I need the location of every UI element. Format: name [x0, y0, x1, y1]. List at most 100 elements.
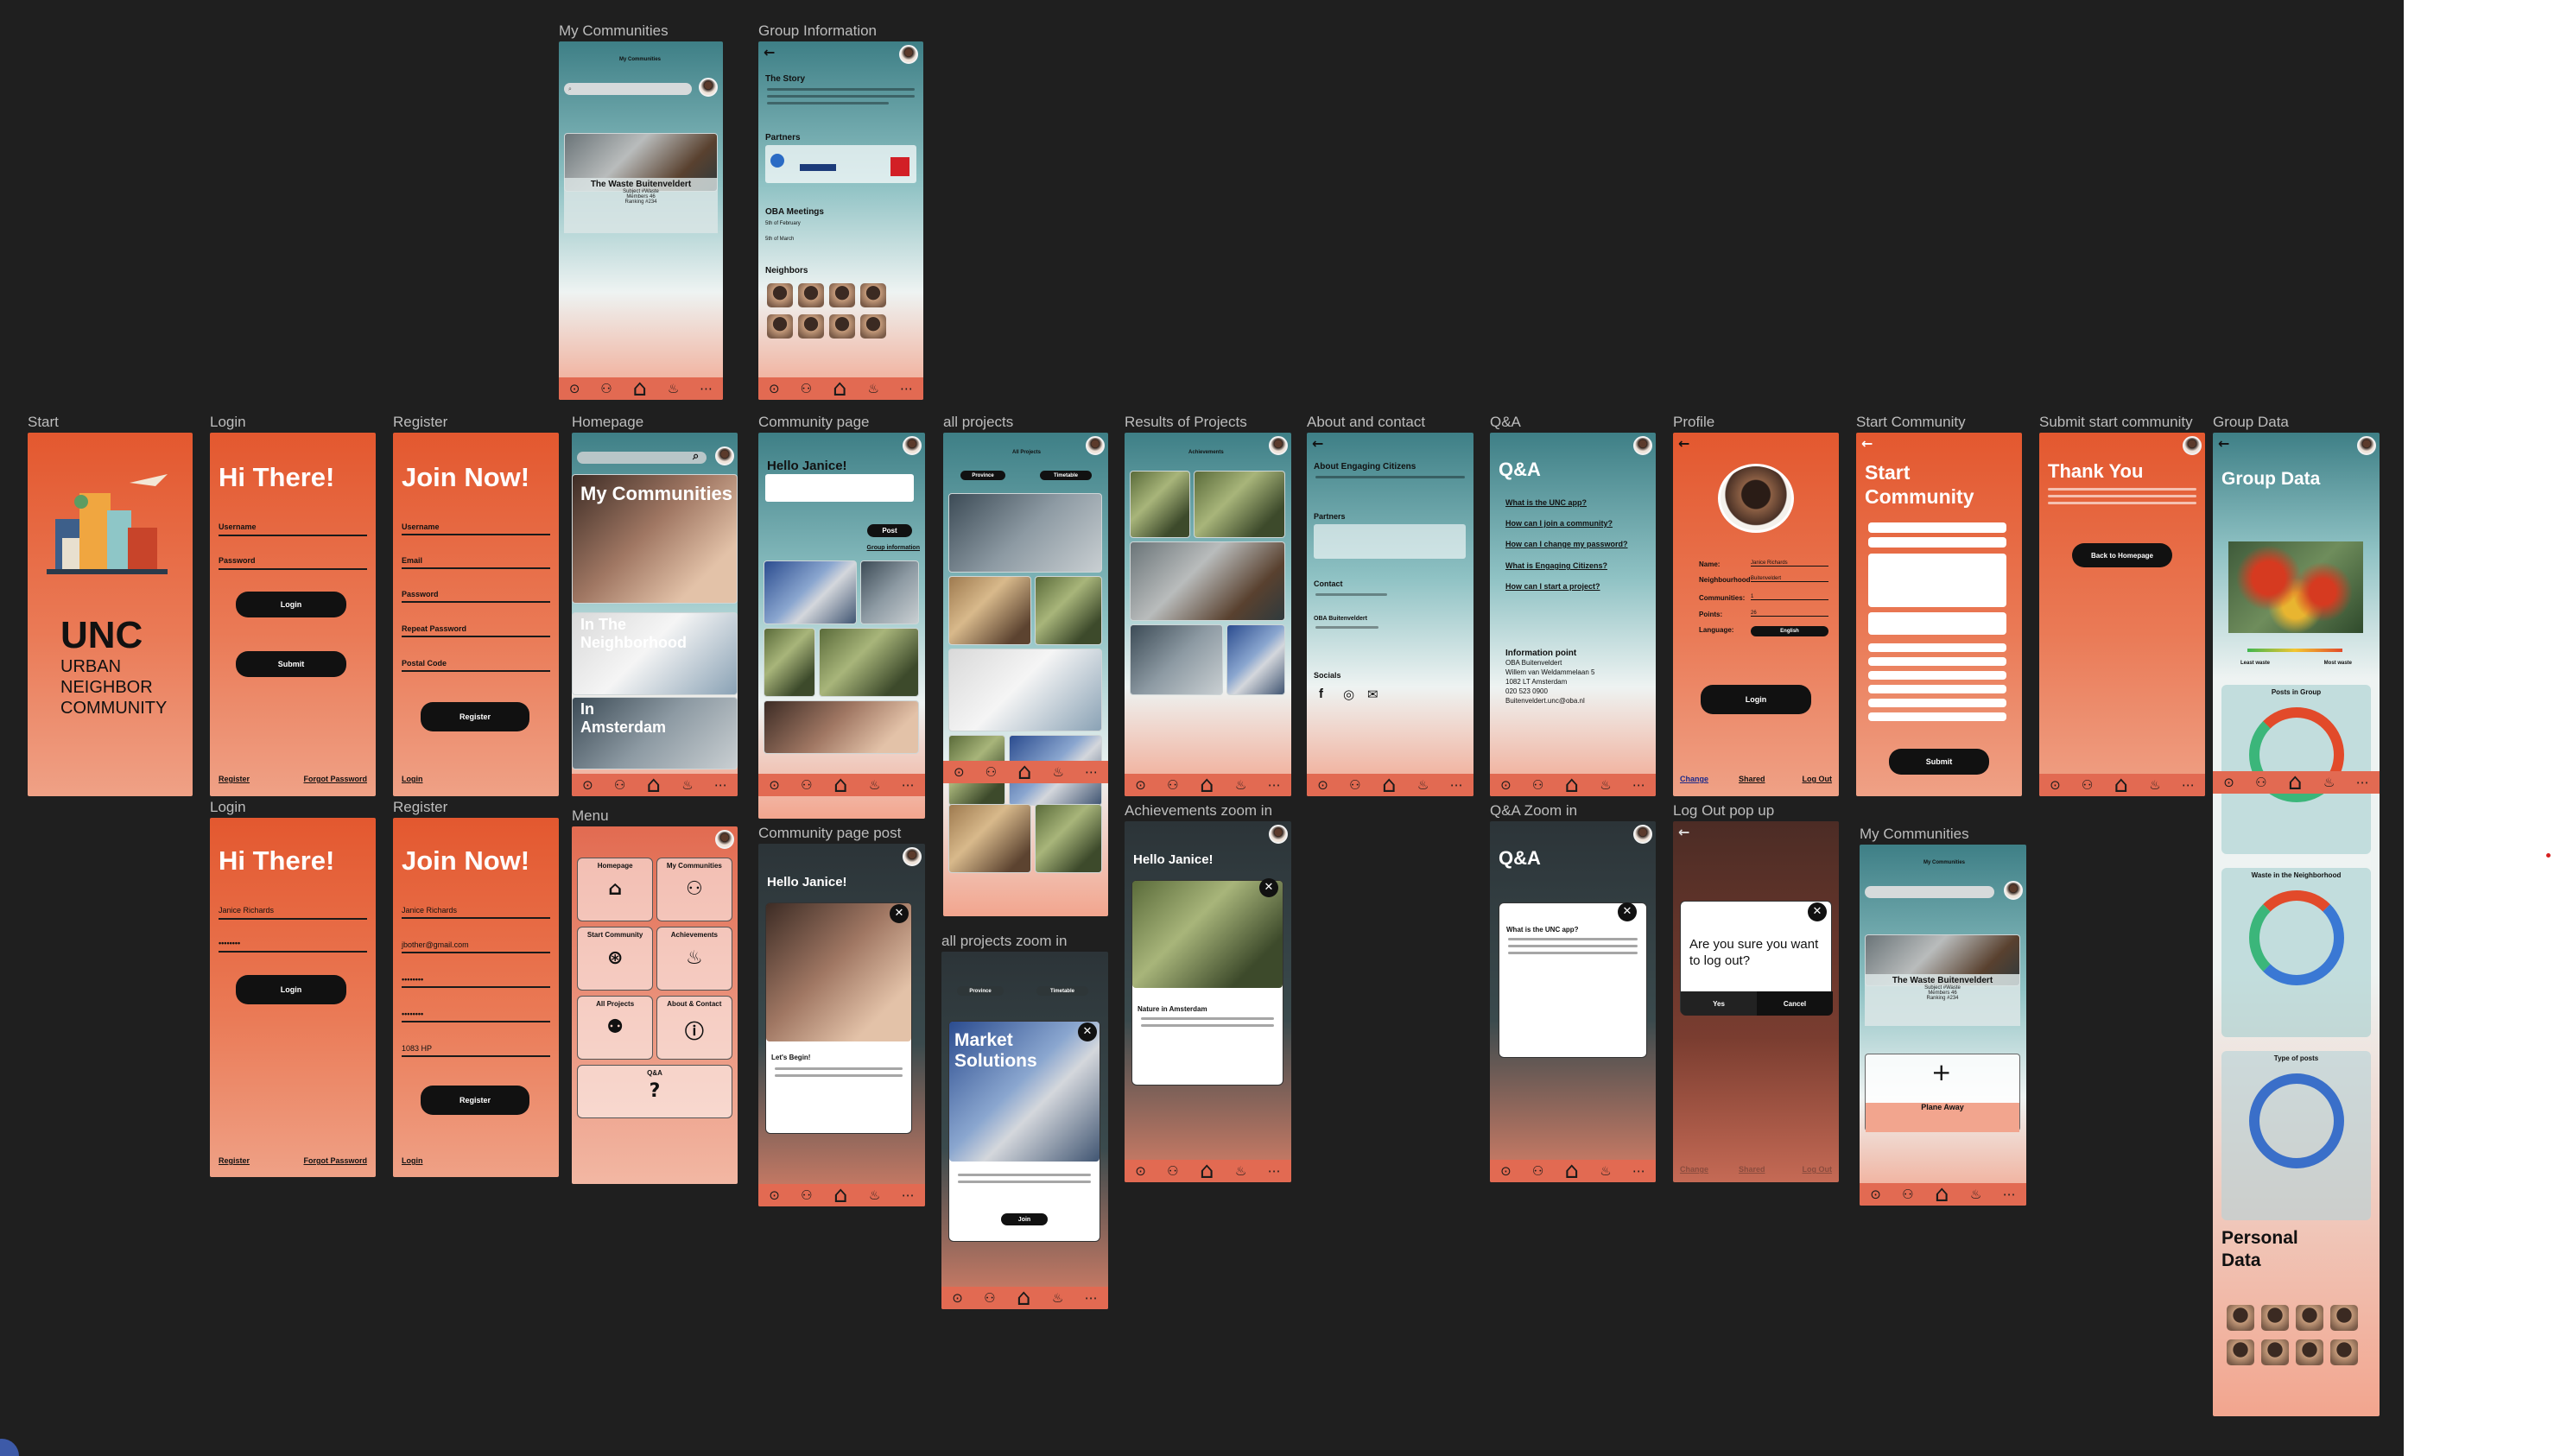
faq-question[interactable]: What is the UNC app? [1505, 498, 1587, 507]
people-icon[interactable]: ⚇ [801, 1187, 812, 1203]
people-icon[interactable]: ⚇ [801, 777, 812, 793]
submit-button[interactable]: Submit [1889, 749, 1989, 775]
neighbor-photo[interactable] [798, 314, 824, 339]
faq-question[interactable]: What is Engaging Citizens? [1505, 561, 1607, 570]
post-image[interactable] [764, 560, 857, 624]
frame-label[interactable]: Q&A Zoom in [1490, 802, 1577, 820]
home-icon[interactable]: ⌂ [1017, 1287, 1031, 1309]
avatar[interactable] [903, 847, 922, 866]
flame-icon[interactable]: ♨ [1600, 777, 1611, 793]
login-button[interactable]: Login [1701, 685, 1811, 714]
member-photo[interactable] [2330, 1305, 2358, 1331]
home-icon[interactable]: ⌂ [1200, 774, 1214, 796]
username-field[interactable] [219, 918, 367, 920]
frame-start[interactable]: UNC URBAN NEIGHBOR COMMUNITY [28, 433, 193, 796]
login-button[interactable]: Login [236, 592, 346, 617]
communities-value[interactable]: 1 [1751, 594, 1828, 600]
facebook-icon[interactable]: f [1319, 687, 1323, 701]
password-field[interactable] [402, 986, 550, 988]
avatar[interactable] [1269, 825, 1288, 844]
flame-icon[interactable]: ⊙ [1870, 1187, 1881, 1202]
flame-icon[interactable]: ⊙ [2050, 777, 2061, 793]
repeat-password-field[interactable] [402, 1021, 550, 1022]
username-field[interactable] [402, 917, 550, 919]
shared-link[interactable]: Shared [1739, 775, 1765, 783]
home-icon[interactable]: ⌂ [833, 377, 847, 400]
result-image[interactable] [1194, 471, 1285, 538]
flame-icon[interactable]: ♨ [668, 381, 679, 396]
forgot-password-link[interactable]: Forgot Password [303, 1156, 367, 1165]
input-field[interactable] [1868, 537, 2006, 548]
home-icon[interactable]: ⌂ [2114, 774, 2129, 796]
register-button[interactable]: Register [421, 1086, 529, 1115]
home-icon[interactable]: ⌂ [1382, 774, 1397, 796]
flame-icon[interactable]: ⊙ [769, 381, 780, 396]
frame-label[interactable]: My Communities [559, 22, 669, 40]
project-image[interactable] [1035, 576, 1102, 645]
neighbor-photo[interactable] [767, 283, 793, 307]
frame-label[interactable]: Results of Projects [1125, 414, 1247, 431]
flame-icon[interactable]: ⊙ [582, 777, 593, 793]
frame-label[interactable]: Start Community [1856, 414, 1966, 431]
close-icon[interactable]: ✕ [890, 904, 909, 923]
project-image[interactable] [1035, 804, 1102, 873]
arrow-left-icon[interactable]: ← [764, 44, 775, 60]
more-icon[interactable]: ⋯ [714, 777, 727, 793]
search-input[interactable] [577, 452, 707, 464]
neighbor-photo[interactable] [860, 314, 886, 339]
frame-register-filled[interactable]: Join Now! Janice Richards jbother@gmail.… [393, 818, 559, 1177]
avatar[interactable] [2004, 881, 2023, 900]
frame-label[interactable]: all projects zoom in [941, 933, 1068, 950]
post-image[interactable] [860, 560, 919, 624]
more-icon[interactable]: ⋯ [1085, 764, 1098, 780]
yes-button[interactable]: Yes [1681, 991, 1757, 1016]
frame-qa[interactable]: Q&A What is the UNC app? How can I join … [1490, 433, 1656, 796]
language-select[interactable]: English [1751, 626, 1828, 636]
more-icon[interactable]: ⋯ [2356, 775, 2369, 790]
project-image[interactable] [948, 576, 1031, 645]
flame-icon[interactable]: ♨ [1417, 777, 1429, 793]
input-field[interactable] [1868, 643, 2006, 652]
home-icon[interactable]: ⌂ [647, 774, 662, 796]
close-icon[interactable]: ✕ [1259, 878, 1278, 897]
frame-label[interactable]: Menu [572, 807, 609, 825]
frame-label[interactable]: My Communities [1860, 826, 1969, 843]
frame-submit-start-community[interactable]: Thank You Back to Homepage ⊙ ⚇ ⌂ ♨ ⋯ [2039, 433, 2205, 796]
frame-menu[interactable]: Homepage ⌂ My Communities ⚇ Start Communit… [572, 826, 738, 1184]
flame-icon[interactable]: ⊙ [2223, 775, 2234, 790]
frame-homepage[interactable]: ⌕ My Communities In The Neighborhood In … [572, 433, 738, 796]
more-icon[interactable]: ⋯ [1632, 1163, 1645, 1179]
achievement-modal[interactable]: Nature in Amsterdam [1131, 880, 1283, 1086]
result-image[interactable] [1130, 471, 1190, 538]
frame-label[interactable]: Q&A [1490, 414, 1521, 431]
result-image[interactable] [1130, 624, 1223, 695]
more-icon[interactable]: ⋯ [902, 777, 915, 793]
neighbor-photo[interactable] [860, 283, 886, 307]
logout-link[interactable]: Log Out [1803, 775, 1833, 783]
frame-login-filled[interactable]: Hi There! Janice Richards •••••••• Login… [210, 818, 376, 1177]
community-card[interactable]: The Waste Buitenveldert Subject #Waste M… [1865, 974, 2020, 1026]
more-icon[interactable]: ⋯ [1450, 777, 1463, 793]
frame-label[interactable]: Register [393, 799, 447, 816]
people-icon[interactable]: ⚇ [1167, 1163, 1178, 1179]
waste-donut-chart[interactable] [2249, 890, 2344, 985]
neighbor-photo[interactable] [767, 314, 793, 339]
member-photo[interactable] [2296, 1305, 2323, 1331]
flame-icon[interactable]: ♨ [1235, 1163, 1246, 1179]
post-image[interactable] [819, 628, 919, 697]
post-button[interactable]: Post [867, 524, 912, 537]
member-photo[interactable] [2227, 1339, 2254, 1365]
flame-icon[interactable]: ♨ [1235, 777, 1246, 793]
avatar[interactable] [2183, 436, 2202, 455]
more-icon[interactable]: ⋯ [1085, 1290, 1098, 1306]
frame-all-projects[interactable]: All Projects Province Timetable ⊙ ⚇ ⌂ ♨ ⋯ [943, 433, 1108, 916]
flame-icon[interactable]: ⊙ [769, 1187, 780, 1203]
avatar[interactable] [1086, 436, 1105, 455]
avatar[interactable] [715, 446, 734, 465]
frame-group-data[interactable]: ← Group Data Least waste Most waste Post… [2213, 433, 2380, 1416]
people-icon[interactable]: ⚇ [600, 381, 612, 396]
input-field[interactable] [1868, 699, 2006, 707]
search-input[interactable]: ⌕ [564, 83, 692, 95]
cancel-button[interactable]: Cancel [1757, 991, 1833, 1016]
faq-question[interactable]: How can I join a community? [1505, 519, 1613, 528]
